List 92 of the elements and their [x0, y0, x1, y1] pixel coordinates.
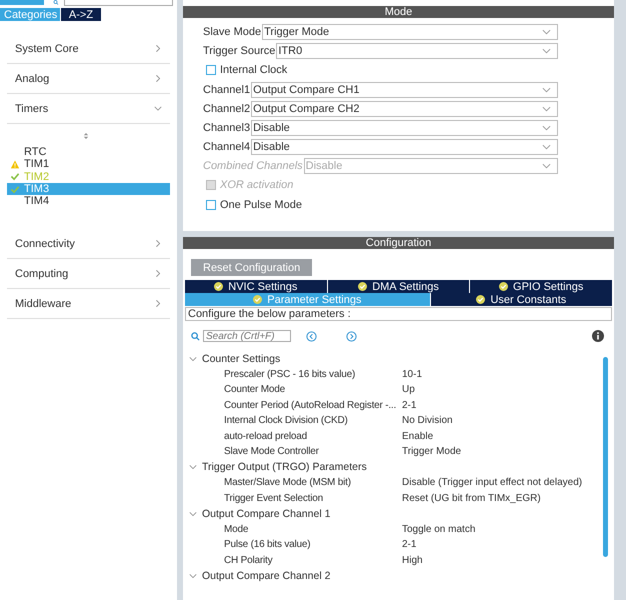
check-circle-icon	[253, 295, 262, 304]
caret-icon	[542, 48, 551, 54]
peripheral-item[interactable]: TIM1	[7, 158, 170, 171]
search-field[interactable]	[64, 0, 173, 6]
caret-icon	[542, 162, 551, 168]
field-label: Channel4	[203, 140, 250, 152]
check-circle-icon	[358, 282, 368, 291]
caret-icon	[542, 124, 551, 130]
checkbox-label: XOR activation	[220, 179, 294, 191]
chevron-icon	[189, 572, 197, 580]
dropdown[interactable]: Disable	[251, 120, 558, 136]
section-header: Mode	[183, 6, 614, 18]
search-icon	[52, 0, 60, 5]
category-item[interactable]: Timers	[7, 94, 170, 124]
chevron-icon	[154, 269, 162, 278]
parameter-value[interactable]: Trigger Mode	[402, 446, 462, 458]
peripheral-item[interactable]: RTC	[7, 146, 170, 158]
tree-group[interactable]: Output Compare Channel 2	[189, 568, 603, 584]
parameter-value[interactable]: 10-1	[402, 368, 422, 380]
category-item[interactable]: System Core	[7, 34, 170, 64]
parameter-value[interactable]: No Division	[402, 415, 453, 426]
search-field[interactable]: Search (Crtl+F)	[203, 330, 291, 342]
parameter-value[interactable]: Reset (UG bit from TIMx_EGR)	[402, 492, 541, 504]
parameter-value[interactable]: Toggle on match	[402, 524, 476, 535]
chevron-icon	[189, 463, 197, 472]
field-label: Trigger Source	[203, 44, 276, 56]
tree-group[interactable]: Output Compare Channel 1	[189, 506, 603, 522]
previous-icon[interactable]	[306, 330, 317, 342]
parameter-name: CH Polarity	[224, 554, 274, 566]
chevron-icon	[154, 239, 162, 248]
check-circle-icon	[214, 282, 224, 291]
checkbox-label: One Pulse Mode	[220, 199, 302, 211]
caret-icon	[542, 106, 551, 112]
parameter-name: Trigger Event Selection	[224, 492, 324, 504]
dropdown[interactable]: Trigger Mode	[262, 24, 558, 40]
parameter-name: Counter Mode	[224, 384, 286, 396]
info-icon[interactable]	[592, 330, 604, 342]
field-label: Channel1	[203, 84, 250, 96]
checkbox-label: Internal Clock	[220, 64, 288, 76]
tree-group[interactable]: Trigger Output (TRGO) Parameters	[189, 460, 603, 475]
checkbox[interactable]	[206, 65, 216, 75]
settings-tab[interactable]: DMA Settings	[328, 280, 470, 293]
parameter-name: Counter Period (AutoReload Register -...	[224, 400, 398, 411]
category-item[interactable]: Connectivity	[7, 229, 170, 260]
parameter-name: Slave Mode Controller	[224, 446, 320, 458]
scrollbar[interactable]	[603, 357, 608, 557]
settings-tab[interactable]: User Constants	[430, 293, 612, 306]
parameter-value[interactable]: 2-1	[402, 400, 416, 411]
check-circle-icon	[476, 295, 486, 304]
parameter-name: Mode	[224, 524, 250, 535]
field-label: Slave Mode	[203, 26, 262, 38]
dropdown[interactable]: Output Compare CH1	[251, 82, 558, 98]
checkbox[interactable]	[206, 200, 216, 210]
view-tab[interactable]: A->Z	[61, 8, 101, 21]
tree-group[interactable]: Counter Settings	[189, 351, 603, 366]
parameter-name: Prescaler (PSC - 16 bits value)	[224, 368, 356, 380]
settings-tab[interactable]: NVIC Settings	[185, 280, 327, 293]
field-label: Channel2	[203, 102, 250, 114]
chevron-icon	[154, 299, 162, 308]
parameter-name: Master/Slave Mode (MSM bit)	[224, 477, 352, 488]
check-circle-icon	[499, 282, 508, 291]
chevron-icon	[189, 354, 197, 363]
chevron-icon	[154, 104, 162, 113]
caret-icon	[542, 144, 551, 150]
sort-icon[interactable]	[83, 132, 89, 140]
peripheral-item[interactable]: TIM4	[7, 195, 170, 208]
parameter-name: auto-reload preload	[224, 430, 308, 442]
chevron-icon	[154, 74, 162, 83]
section-header: Configuration	[183, 237, 614, 249]
settings-tab[interactable]: GPIO Settings	[470, 280, 612, 293]
hint-text: Configure the below parameters :	[185, 307, 612, 321]
search-icon	[191, 332, 200, 340]
dropdown[interactable]: Disable	[251, 138, 558, 154]
parameter-value[interactable]: High	[402, 554, 423, 566]
dropdown[interactable]: ITR0	[276, 42, 558, 58]
parameter-value[interactable]: 2-1	[402, 539, 416, 550]
chevron-icon	[154, 44, 162, 53]
category-item[interactable]: Middleware	[7, 289, 170, 320]
dropdown[interactable]: Output Compare CH2	[251, 100, 558, 116]
caret-icon	[542, 28, 551, 34]
parameter-value[interactable]: Up	[402, 384, 415, 396]
field-label: Channel3	[203, 122, 250, 134]
parameter-value[interactable]: Disable (Trigger input effect not delayed)	[402, 477, 582, 488]
caret-icon	[542, 86, 551, 92]
field-label: Combined Channels	[203, 160, 303, 172]
parameter-name: Pulse (16 bits value)	[224, 539, 312, 550]
parameter-value[interactable]: Enable	[402, 430, 434, 442]
category-item[interactable]: Analog	[7, 64, 170, 94]
parameter-name: Internal Clock Division (CKD)	[224, 415, 349, 426]
next-icon[interactable]	[346, 330, 357, 342]
category-item[interactable]: Computing	[7, 259, 170, 290]
chevron-icon	[189, 510, 197, 518]
